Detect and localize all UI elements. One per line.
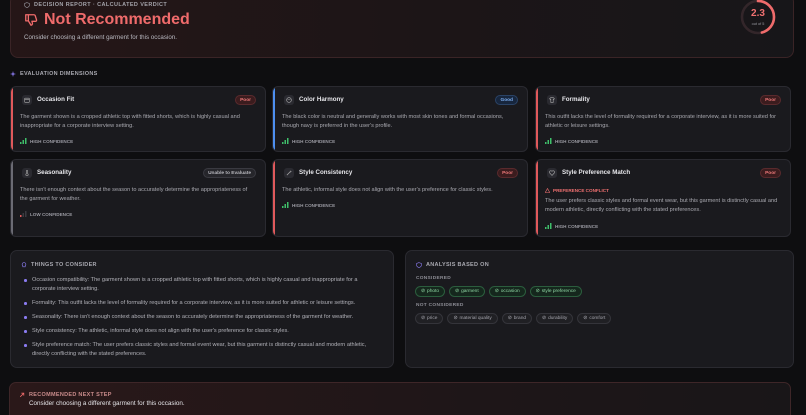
verdict-subtitle: Consider choosing a different garment fo…: [24, 34, 177, 41]
minus-circle-icon: ⊘: [421, 316, 426, 321]
arrow-up-right-icon: [19, 392, 25, 398]
thermometer-icon: [22, 168, 32, 178]
verdict-banner: DECISION REPORT · CALCULATED VERDICT Not…: [10, 0, 794, 58]
dimension-card-color-harmony[interactable]: Color Harmony Good The black color is ne…: [272, 86, 528, 152]
dimension-description: The garment shown is a cropped athletic …: [20, 114, 240, 129]
consider-list: Occasion compatibility: The garment show…: [23, 276, 381, 364]
dimension-description: This outfit lacks the level of formality…: [545, 114, 776, 129]
analysis-panel: ANALYSIS BASED ON CONSIDERED ⊘ photo ⊘ gar…: [405, 250, 794, 368]
verdict-title: Not Recommended: [24, 11, 190, 29]
signal-bars-icon: [545, 138, 552, 144]
not-considered-label: NOT CONSIDERED: [416, 303, 464, 308]
heart-icon: [547, 168, 557, 178]
check-circle-icon: ⊘: [494, 289, 499, 294]
confidence-indicator: HIGH CONFIDENCE: [545, 138, 598, 144]
status-badge: Poor: [760, 95, 781, 105]
warning-icon: [545, 188, 550, 193]
score-out-of: out of 5: [751, 22, 765, 26]
status-bar: [273, 87, 275, 151]
chip-occasion: ⊘ occasion: [488, 286, 526, 297]
shield-check-icon: [416, 262, 422, 268]
confidence-indicator: LOW CONFIDENCE: [20, 211, 72, 217]
signal-bars-icon: [545, 223, 552, 229]
signal-bars-icon: [282, 202, 289, 208]
dimension-description: The black color is neutral and generally…: [282, 114, 504, 129]
status-badge: Poor: [235, 95, 256, 105]
minus-circle-icon: ⊘: [583, 316, 588, 321]
status-bar: [11, 87, 13, 151]
chip-price: ⊘ price: [415, 313, 444, 324]
shield-icon: [24, 2, 30, 8]
not-considered-chips: ⊘ price ⊘ material quality ⊘ brand ⊘ durabil…: [415, 313, 612, 324]
next-step-banner: RECOMMENDED NEXT STEP Consider choosing …: [9, 382, 791, 415]
chip-garment: ⊘ garment: [449, 286, 485, 297]
lightbulb-icon: [21, 262, 27, 268]
status-bar: [536, 160, 538, 236]
status-badge: Good: [495, 95, 518, 105]
status-bar: [536, 87, 538, 151]
dimension-name: Seasonality: [37, 169, 72, 176]
list-item: Occasion compatibility: The garment show…: [23, 276, 381, 294]
dimension-name: Color Harmony: [299, 96, 344, 103]
score-value: 2.3: [751, 8, 765, 19]
signal-bars-icon: [20, 211, 27, 217]
list-item: Formality: This outfit lacks the level o…: [23, 299, 381, 308]
dimension-card-formality[interactable]: Formality Poor This outfit lacks the lev…: [535, 86, 791, 152]
confidence-indicator: HIGH CONFIDENCE: [282, 138, 335, 144]
status-bar: [11, 160, 13, 236]
check-circle-icon: ⊘: [455, 289, 460, 294]
check-circle-icon: ⊘: [535, 289, 540, 294]
status-badge: Poor: [760, 168, 781, 178]
minus-circle-icon: ⊘: [453, 316, 458, 321]
dimension-name: Formality: [562, 96, 590, 103]
shirt-icon: [547, 95, 557, 105]
calendar-icon: [22, 95, 32, 105]
dimension-name: Style Consistency: [299, 169, 353, 176]
chip-comfort: ⊘ comfort: [577, 313, 612, 324]
dimension-card-seasonality[interactable]: Seasonality Unable to Evaluate There isn…: [10, 159, 266, 237]
analysis-header: ANALYSIS BASED ON: [416, 262, 489, 268]
chip-style-preference: ⊘ style preference: [529, 286, 582, 297]
dimension-card-occasion-fit[interactable]: Occasion Fit Poor The garment shown is a…: [10, 86, 266, 152]
chip-photo: ⊘ photo: [415, 286, 446, 297]
dimension-description: There isn't enough context about the sea…: [20, 187, 248, 202]
things-to-consider-panel: THINGS TO CONSIDER Occasion compatibilit…: [10, 250, 394, 368]
status-badge: Unable to Evaluate: [203, 168, 256, 178]
consider-header: THINGS TO CONSIDER: [21, 262, 97, 268]
next-step-text: Consider choosing a different garment fo…: [29, 400, 185, 407]
palette-icon: [284, 95, 294, 105]
status-bar: [273, 160, 275, 236]
minus-circle-icon: ⊘: [507, 316, 512, 321]
dimension-name: Style Preference Match: [562, 169, 631, 176]
chip-material-quality: ⊘ material quality: [447, 313, 498, 324]
verdict-eyebrow: DECISION REPORT · CALCULATED VERDICT: [24, 2, 167, 8]
status-badge: Poor: [497, 168, 518, 178]
dimension-card-style-preference-match[interactable]: Style Preference Match Poor PREFERENCE C…: [535, 159, 791, 237]
preference-conflict-label: PREFERENCE CONFLICT: [545, 188, 609, 193]
sparkle-icon: [10, 71, 16, 77]
signal-bars-icon: [282, 138, 289, 144]
next-step-label: RECOMMENDED NEXT STEP: [19, 392, 112, 398]
dimension-card-style-consistency[interactable]: Style Consistency Poor The athletic, inf…: [272, 159, 528, 237]
list-item: Style consistency: The athletic, informa…: [23, 327, 381, 336]
chip-brand: ⊘ brand: [501, 313, 533, 324]
wand-icon: [284, 168, 294, 178]
thumbs-down-icon: [25, 14, 38, 26]
considered-label: CONSIDERED: [416, 276, 451, 281]
dimension-description: The user prefers classic styles and form…: [545, 198, 778, 213]
check-circle-icon: ⊘: [421, 289, 426, 294]
list-item: Seasonality: There isn't enough context …: [23, 313, 381, 322]
dimensions-header: EVALUATION DIMENSIONS: [10, 71, 98, 77]
dimension-name: Occasion Fit: [37, 96, 75, 103]
confidence-indicator: HIGH CONFIDENCE: [282, 202, 335, 208]
signal-bars-icon: [20, 138, 27, 144]
confidence-indicator: HIGH CONFIDENCE: [20, 138, 73, 144]
minus-circle-icon: ⊘: [542, 316, 547, 321]
list-item: Style preference match: The user prefers…: [23, 341, 381, 359]
score-ring: 2.3 out of 5: [739, 0, 777, 36]
confidence-indicator: HIGH CONFIDENCE: [545, 223, 598, 229]
considered-chips: ⊘ photo ⊘ garment ⊘ occasion ⊘ style prefere…: [415, 286, 582, 297]
chip-durability: ⊘ durability: [536, 313, 574, 324]
dimension-description: The athletic, informal style does not al…: [282, 187, 493, 193]
